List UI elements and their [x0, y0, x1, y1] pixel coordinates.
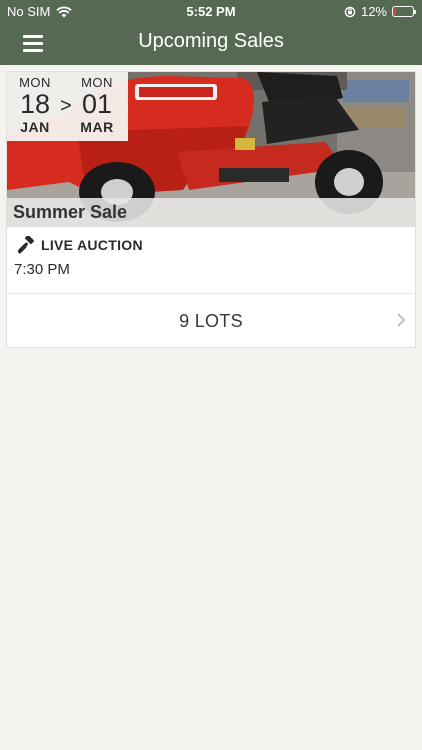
- start-date: MON 18 JAN: [11, 75, 59, 135]
- sale-title-bar: Summer Sale: [7, 198, 415, 227]
- lots-button[interactable]: 9 LOTS: [7, 293, 415, 348]
- start-month: JAN: [20, 119, 50, 135]
- app-header: No SIM 5:52 PM 12% Upcoming Sales: [0, 0, 422, 65]
- gavel-icon: [18, 236, 35, 254]
- sale-title: Summer Sale: [13, 202, 128, 222]
- end-day: 01: [81, 89, 113, 119]
- nav-bar: Upcoming Sales: [0, 22, 422, 65]
- sale-time: 7:30 PM: [14, 261, 70, 278]
- battery-icon: [392, 6, 416, 17]
- page-title: Upcoming Sales: [138, 30, 284, 52]
- status-right: 12%: [344, 4, 416, 19]
- lots-label: 9 LOTS: [179, 311, 243, 331]
- date-range-badge: MON 18 JAN > MON 01 MAR: [7, 72, 128, 141]
- chevron-right-icon: [397, 311, 406, 332]
- sale-hero-image[interactable]: MON 18 JAN > MON 01 MAR Summer Sale: [7, 72, 415, 227]
- end-month: MAR: [80, 119, 114, 135]
- sale-type: LIVE AUCTION: [18, 236, 143, 254]
- battery-level: [394, 8, 397, 15]
- end-day-of-week: MON: [81, 75, 113, 90]
- sale-type-label: LIVE AUCTION: [41, 237, 143, 253]
- sale-info[interactable]: LIVE AUCTION 7:30 PM: [7, 227, 415, 293]
- battery-percent: 12%: [360, 4, 387, 19]
- end-date: MON 01 MAR: [73, 75, 121, 135]
- start-day: 18: [19, 89, 51, 119]
- date-separator: >: [60, 95, 72, 117]
- status-bar: No SIM 5:52 PM 12%: [0, 0, 422, 22]
- start-day-of-week: MON: [19, 75, 51, 90]
- orientation-lock-icon: [344, 6, 356, 17]
- sale-card[interactable]: MON 18 JAN > MON 01 MAR Summer Sale LIVE…: [6, 71, 416, 348]
